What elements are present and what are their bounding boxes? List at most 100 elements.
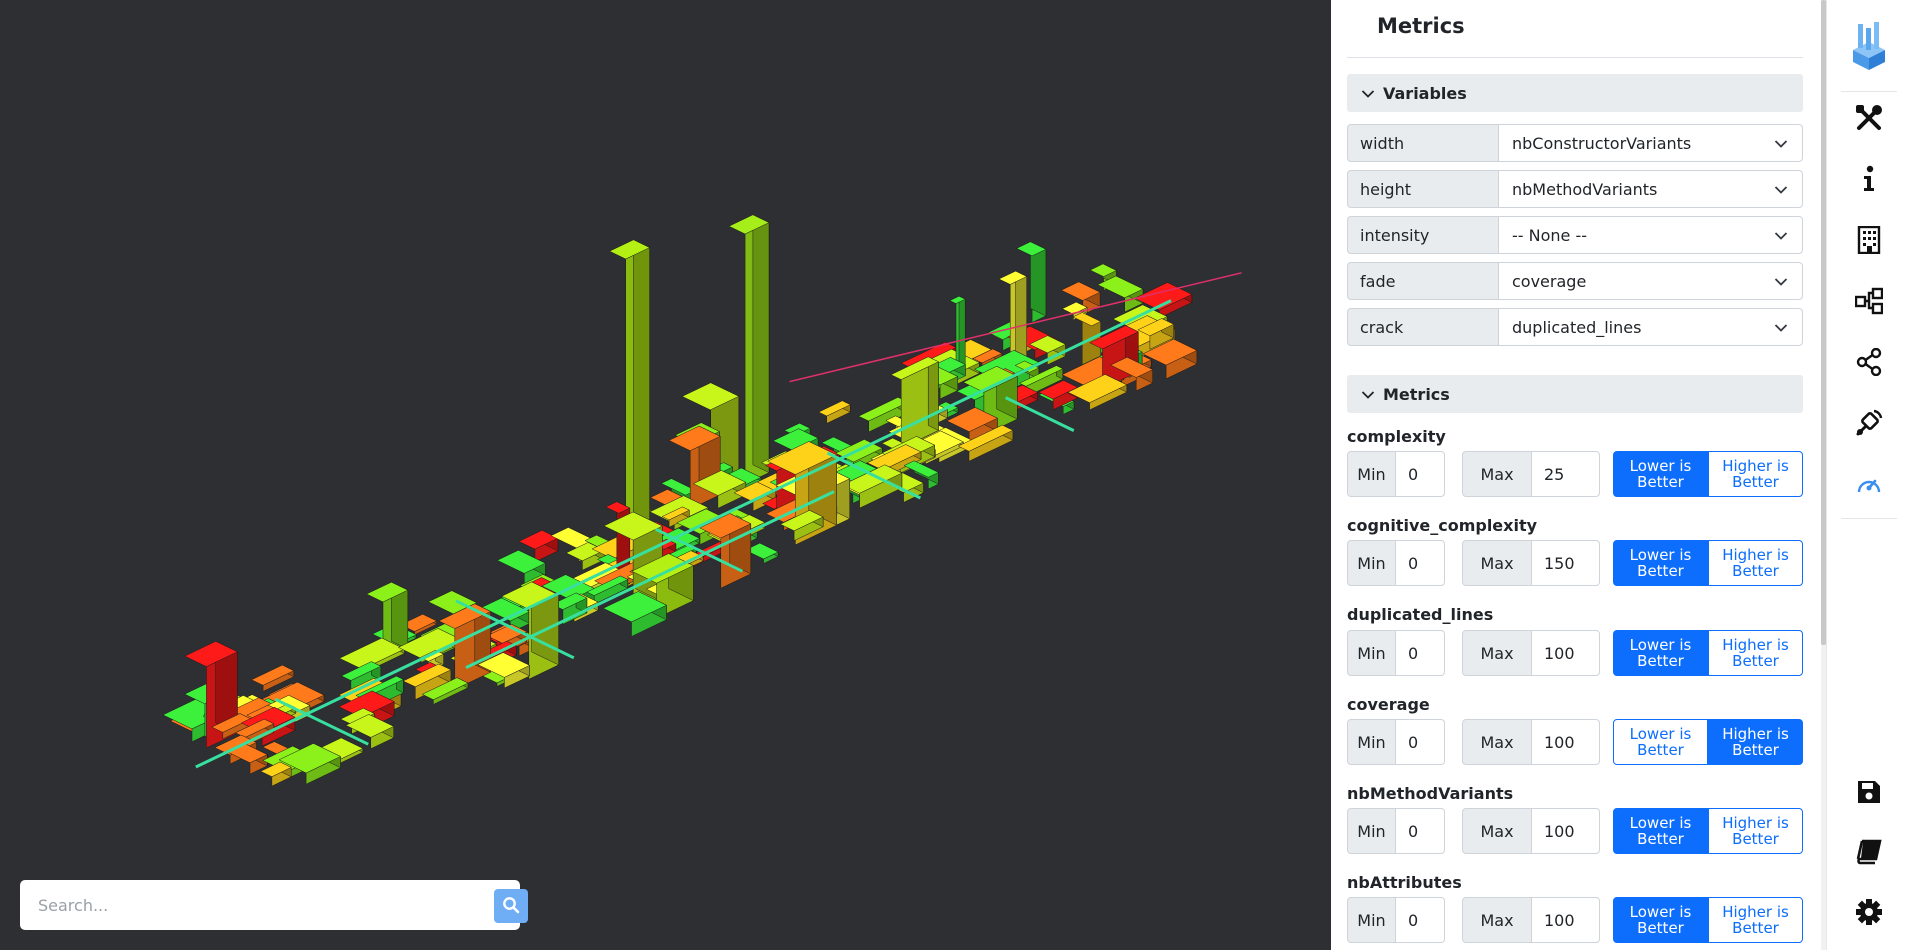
higher-is-better-button[interactable]: Higher is Better [1708,897,1803,943]
select-value: duplicated_lines [1512,317,1642,337]
min-label: Min [1347,808,1396,854]
share-icon[interactable] [1827,332,1910,392]
intensity-select[interactable]: -- None -- [1498,216,1803,254]
max-input[interactable]: 25 [1531,451,1600,497]
search-button[interactable] [494,889,528,923]
metric-name: coverage [1347,695,1430,714]
min-input[interactable]: 0 [1395,540,1445,586]
metric-row-coverage: Min 0 Max 100 Lower is Better Higher is … [1347,719,1803,765]
min-input[interactable]: 0 [1395,897,1445,943]
lower-is-better-button[interactable]: Lower is Better [1613,630,1708,676]
min-label: Min [1347,451,1396,497]
search-icon [502,896,520,917]
metric-name: nbMethodVariants [1347,784,1514,803]
min-label: Min [1347,540,1396,586]
variable-row-fade: fade coverage [1347,262,1803,300]
road [195,299,1172,769]
rail-divider [1841,518,1897,519]
lower-is-better-button[interactable]: Lower is Better [1613,719,1708,765]
book-icon[interactable] [1827,822,1910,882]
satellite-icon[interactable] [1827,393,1910,453]
min-label: Min [1347,719,1396,765]
higher-is-better-button[interactable]: Higher is Better [1708,451,1803,497]
max-label: Max [1462,451,1532,497]
chevron-down-icon [1774,318,1788,337]
metrics-panel: Metrics Variables width nbConstructorVar… [1331,0,1826,950]
building[interactable] [818,400,851,424]
variable-row-crack: crack duplicated_lines [1347,308,1803,346]
search-input[interactable] [38,888,468,922]
variable-label: width [1347,124,1498,162]
select-value: coverage [1512,271,1587,291]
logo-icon[interactable] [1827,16,1910,76]
max-input[interactable]: 150 [1531,540,1600,586]
lower-is-better-button[interactable]: Lower is Better [1613,808,1708,854]
metrics-section-header[interactable]: Metrics [1347,375,1803,413]
height-select[interactable]: nbMethodVariants [1498,170,1803,208]
metric-row-duplicated-lines: Min 0 Max 100 Lower is Better Higher is … [1347,630,1803,676]
variable-row-width: width nbConstructorVariants [1347,124,1803,162]
min-input[interactable]: 0 [1395,808,1445,854]
building[interactable] [1097,275,1144,313]
crack-select[interactable]: duplicated_lines [1498,308,1803,346]
lower-is-better-button[interactable]: Lower is Better [1613,897,1708,943]
metric-row-cognitive-complexity: Min 0 Max 150 Lower is Better Higher is … [1347,540,1803,586]
city-scene[interactable] [0,0,1331,950]
variable-label: height [1347,170,1498,208]
higher-is-better-button[interactable]: Higher is Better [1708,808,1803,854]
max-label: Max [1462,719,1532,765]
max-input[interactable]: 100 [1531,897,1600,943]
metric-name: cognitive_complexity [1347,516,1538,535]
building-icon[interactable] [1827,210,1910,270]
select-value: nbConstructorVariants [1512,133,1692,153]
metric-row-nb-method-variants: Min 0 Max 100 Lower is Better Higher is … [1347,808,1803,854]
select-value: nbMethodVariants [1512,179,1658,199]
variables-section-header[interactable]: Variables [1347,74,1803,112]
tools-icon[interactable] [1827,88,1910,148]
min-input[interactable]: 0 [1395,630,1445,676]
chevron-down-icon [1774,180,1788,199]
metrics-section-label: Metrics [1383,384,1450,404]
city-viewport[interactable] [0,0,1331,950]
chevron-down-icon [1774,134,1788,153]
city-buildings [162,214,1198,787]
dashboard-icon[interactable] [1827,454,1910,514]
max-input[interactable]: 100 [1531,630,1600,676]
search-box [20,880,528,930]
hierarchy-icon[interactable] [1827,271,1910,331]
max-input[interactable]: 100 [1531,808,1600,854]
min-input[interactable]: 0 [1395,719,1445,765]
metric-name: nbAttributes [1347,873,1462,892]
variable-row-intensity: intensity -- None -- [1347,216,1803,254]
chevron-down-icon [1361,84,1383,103]
variable-label: intensity [1347,216,1498,254]
info-icon[interactable] [1827,149,1910,209]
chevron-down-icon [1774,226,1788,245]
higher-is-better-button[interactable]: Higher is Better [1708,719,1803,765]
max-label: Max [1462,540,1532,586]
metric-name: duplicated_lines [1347,605,1494,624]
higher-is-better-button[interactable]: Higher is Better [1708,540,1803,586]
icon-rail [1826,0,1910,950]
metric-row-nb-attributes: Min 0 Max 100 Lower is Better Higher is … [1347,897,1803,943]
chevron-down-icon [1361,385,1383,404]
variable-row-height: height nbMethodVariants [1347,170,1803,208]
panel-title: Metrics [1377,14,1465,38]
min-input[interactable]: 0 [1395,451,1445,497]
save-icon[interactable] [1827,762,1910,822]
chevron-down-icon [1774,272,1788,291]
higher-is-better-button[interactable]: Higher is Better [1708,630,1803,676]
fade-select[interactable]: coverage [1498,262,1803,300]
min-label: Min [1347,897,1396,943]
title-divider [1347,57,1803,58]
gear-icon[interactable] [1827,882,1910,942]
max-label: Max [1462,630,1532,676]
lower-is-better-button[interactable]: Lower is Better [1613,540,1708,586]
select-value: -- None -- [1512,225,1588,245]
max-label: Max [1462,897,1532,943]
lower-is-better-button[interactable]: Lower is Better [1613,451,1708,497]
variable-label: fade [1347,262,1498,300]
width-select[interactable]: nbConstructorVariants [1498,124,1803,162]
max-input[interactable]: 100 [1531,719,1600,765]
min-label: Min [1347,630,1396,676]
